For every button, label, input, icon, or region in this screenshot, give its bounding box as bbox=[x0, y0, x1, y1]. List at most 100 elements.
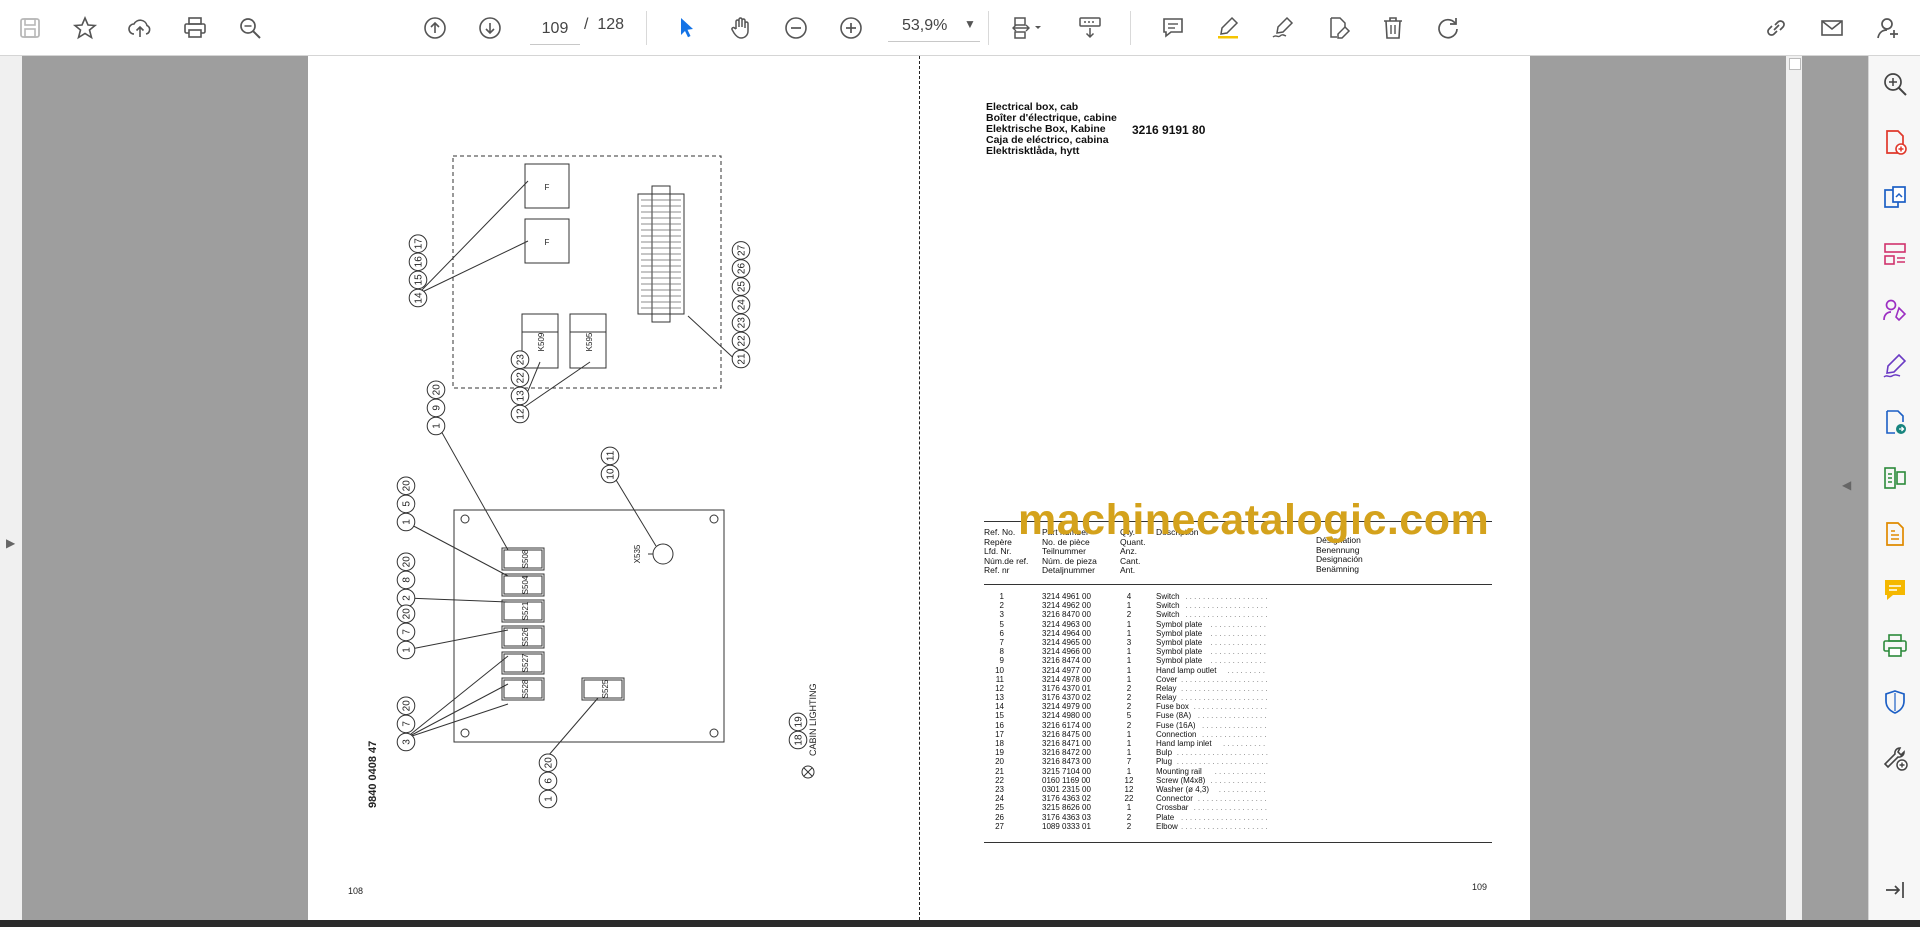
highlight-pen-icon[interactable] bbox=[1210, 10, 1246, 46]
left-panel-strip[interactable]: ▶ bbox=[0, 56, 22, 920]
collapse-panel-icon[interactable] bbox=[1877, 872, 1913, 908]
leader-dots: . . . . . . . . . . . . . . . . . . . bbox=[1185, 601, 1268, 611]
callout-number: 27 bbox=[737, 244, 748, 256]
ref-cell: 27 bbox=[995, 821, 1004, 831]
edit-pdf-icon[interactable] bbox=[1877, 516, 1913, 552]
description-cell: Connector bbox=[1156, 794, 1193, 804]
select-cursor-icon[interactable] bbox=[668, 10, 704, 46]
description-cell: Washer (ø 4,3) bbox=[1156, 784, 1210, 794]
leader-dots: . . . . . . . . . . . . . . . bbox=[1202, 720, 1267, 730]
save-icon[interactable] bbox=[12, 10, 48, 46]
scroll-thumb[interactable] bbox=[1789, 58, 1801, 70]
ref-cell: 26 bbox=[995, 812, 1004, 822]
compress-icon[interactable] bbox=[1877, 460, 1913, 496]
table-row: 1 3214 4961 00 4 Switch . . . . . . . . . . … bbox=[984, 592, 1492, 601]
leader-dots: . . . . . . . . . . . . . . . . . . . . bbox=[1181, 683, 1268, 693]
leader-dots: . . . . . . . . . . . . . . . . bbox=[1197, 794, 1267, 804]
qty-cell: 1 bbox=[1126, 674, 1132, 684]
callout-groups: 1415161721222324252627121322231920101115… bbox=[396, 234, 808, 809]
qty-cell: 1 bbox=[1126, 656, 1132, 666]
vertical-scrollbar[interactable] bbox=[1786, 56, 1802, 920]
page-number-input[interactable] bbox=[530, 14, 580, 45]
qty-cell: 1 bbox=[1126, 729, 1132, 739]
request-signature-icon[interactable] bbox=[1877, 292, 1913, 328]
leader-dots: . . . . . . . . . . . . . bbox=[1210, 647, 1266, 657]
fill-sign-icon[interactable] bbox=[1877, 348, 1913, 384]
part-number-cell: 3215 8626 00 bbox=[1042, 803, 1091, 813]
table-row: 11 3214 4978 00 1 Cover. . . . . . . . . . … bbox=[984, 675, 1492, 684]
create-pdf-icon[interactable] bbox=[1877, 124, 1913, 160]
tools-rail bbox=[1868, 56, 1920, 920]
rotate-icon[interactable] bbox=[1430, 10, 1466, 46]
callout-number: 25 bbox=[737, 281, 748, 293]
leader-dots: . . . . . . . . . . . . . . . . . . . bbox=[1185, 592, 1268, 601]
organize-pages-icon[interactable] bbox=[1877, 236, 1913, 272]
zoom-dropdown[interactable]: 53,9% ▼ bbox=[888, 14, 980, 42]
print-icon[interactable] bbox=[177, 10, 213, 46]
description-cell: Screw (M4x8) bbox=[1156, 775, 1206, 785]
send-to-icon[interactable] bbox=[1877, 404, 1913, 440]
ref-cell: 1 bbox=[999, 592, 1004, 601]
fit-page-icon[interactable] bbox=[1003, 10, 1053, 46]
bookmark-star-icon[interactable] bbox=[67, 10, 103, 46]
qty-cell: 2 bbox=[1126, 702, 1132, 712]
switch-mark: S525 bbox=[601, 679, 610, 698]
protect-icon[interactable] bbox=[1877, 684, 1913, 720]
qty-cell: 1 bbox=[1126, 628, 1132, 638]
qty-cell: 1 bbox=[1126, 619, 1132, 629]
delete-icon[interactable] bbox=[1375, 10, 1411, 46]
part-number-cell: 3216 8471 00 bbox=[1042, 739, 1091, 748]
parts-table: Ref. No. Repère Lfd. Nr. Núm.de ref. Ref… bbox=[984, 521, 1492, 843]
bottom-bar bbox=[0, 920, 1920, 927]
callout-number: 11 bbox=[606, 450, 617, 461]
comment-tool-icon[interactable] bbox=[1877, 572, 1913, 608]
zoom-out-icon[interactable] bbox=[778, 10, 814, 46]
qty-cell: 2 bbox=[1126, 610, 1132, 620]
part-number-cell: 0160 1169 00 bbox=[1042, 775, 1091, 785]
description-cell: Mounting rail bbox=[1156, 766, 1202, 776]
table-row: 2 3214 4962 00 1 Switch . . . . . . . . . . … bbox=[984, 601, 1492, 610]
collapse-right-panel-icon[interactable]: ◀ bbox=[1842, 478, 1851, 492]
qty-cell: 2 bbox=[1126, 821, 1132, 831]
expand-left-panel-icon[interactable]: ▶ bbox=[6, 536, 15, 550]
description-cell: Symbol plate bbox=[1156, 637, 1203, 647]
scroll-mode-icon[interactable] bbox=[1072, 10, 1108, 46]
find-zoom-icon[interactable] bbox=[232, 10, 268, 46]
qty-cell: 12 bbox=[1124, 784, 1134, 794]
description-cell: Crossbar bbox=[1156, 803, 1189, 813]
more-tools-icon[interactable] bbox=[1877, 740, 1913, 776]
callout-number: 5 bbox=[402, 501, 413, 507]
wiring-diagram: F F K509 K595 S508 S504 S521 S526 S527 S… bbox=[396, 155, 815, 809]
print-production-icon[interactable] bbox=[1877, 628, 1913, 664]
page-down-icon[interactable] bbox=[472, 10, 508, 46]
callout-number: 14 bbox=[414, 292, 425, 304]
page-up-icon[interactable] bbox=[417, 10, 453, 46]
part-number-cell: 3214 4961 00 bbox=[1042, 592, 1091, 601]
email-icon[interactable] bbox=[1814, 10, 1850, 46]
edit-text-icon[interactable] bbox=[1320, 10, 1356, 46]
table-row: 7 3214 4965 00 3 Symbol plate . . . . . . . … bbox=[984, 638, 1492, 647]
leader-dots: . . . . . . . . . . . . . . . . . . . . bbox=[1181, 821, 1268, 831]
callout-number: 20 bbox=[402, 480, 413, 492]
share-link-icon[interactable] bbox=[1758, 10, 1794, 46]
zoom-in-icon[interactable] bbox=[833, 10, 869, 46]
header-part-number: 3216 9191 80 bbox=[1132, 123, 1206, 137]
qty-cell: 5 bbox=[1126, 711, 1132, 721]
table-row: 21 3215 7104 00 1 Mounting rail . . . . . . … bbox=[984, 767, 1492, 776]
callout-number: 16 bbox=[414, 256, 425, 268]
comment-icon[interactable] bbox=[1155, 10, 1191, 46]
part-number-cell: 3214 4980 00 bbox=[1042, 711, 1091, 721]
export-pdf-icon[interactable] bbox=[1877, 180, 1913, 216]
ref-cell: 25 bbox=[995, 803, 1004, 813]
qty-cell: 22 bbox=[1124, 794, 1134, 804]
account-icon[interactable] bbox=[1870, 10, 1906, 46]
ref-cell: 23 bbox=[995, 784, 1004, 794]
watermark: machinecatalogic.com bbox=[1018, 496, 1490, 544]
relay-mark: K595 bbox=[585, 332, 594, 351]
description-cell: Plate bbox=[1156, 812, 1175, 822]
sign-icon[interactable] bbox=[1265, 10, 1301, 46]
zoom-search-icon[interactable] bbox=[1877, 66, 1913, 102]
hand-pan-icon[interactable] bbox=[723, 10, 759, 46]
ref-cell: 14 bbox=[995, 702, 1004, 712]
upload-cloud-icon[interactable] bbox=[122, 10, 158, 46]
